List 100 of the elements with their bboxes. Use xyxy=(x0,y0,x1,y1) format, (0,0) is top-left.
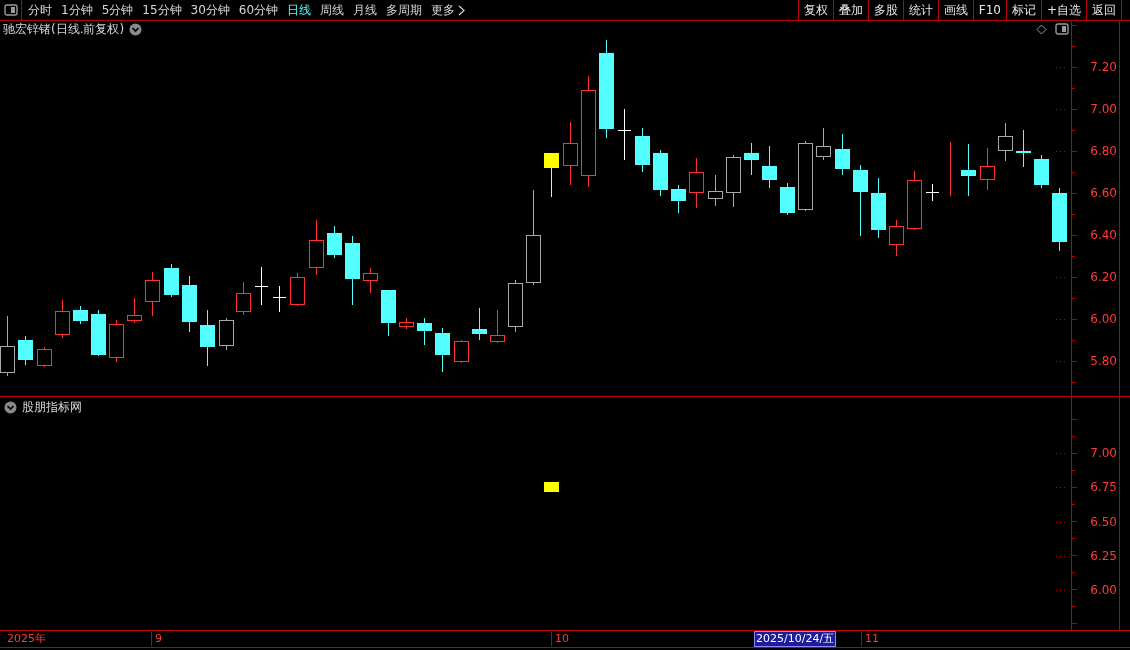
candle xyxy=(164,263,179,298)
panel-toggle-icon[interactable] xyxy=(1055,23,1069,35)
period-tab[interactable]: 更多 xyxy=(431,1,466,19)
candle xyxy=(798,140,813,212)
axis-label: 6.40 xyxy=(1090,228,1117,242)
chevron-down-icon[interactable] xyxy=(4,400,17,414)
chevron-right-icon xyxy=(458,4,466,16)
axis-label: 6.50 xyxy=(1090,515,1117,529)
date-label: 9 xyxy=(151,632,162,646)
candle xyxy=(182,275,197,333)
candle xyxy=(145,271,160,317)
candle xyxy=(1016,129,1031,168)
period-tab[interactable]: 15分钟 xyxy=(142,1,182,19)
candle xyxy=(200,309,215,367)
panel-toggle-icon[interactable] xyxy=(3,4,18,16)
candle xyxy=(236,281,251,316)
candle xyxy=(635,127,650,173)
candle xyxy=(345,235,360,306)
candle xyxy=(544,152,559,198)
axis-label: 6.20 xyxy=(1090,270,1117,284)
candle xyxy=(671,184,686,214)
period-tab[interactable]: 30分钟 xyxy=(190,1,230,19)
candle xyxy=(1034,154,1049,189)
period-tab[interactable]: 月线 xyxy=(353,1,378,19)
date-label: 10 xyxy=(551,632,569,646)
axis-label: 6.60 xyxy=(1090,186,1117,200)
candle xyxy=(889,219,904,257)
toolbar-button[interactable]: 复权 xyxy=(797,0,833,20)
axis-label: 7.00 xyxy=(1090,102,1117,116)
candle xyxy=(508,279,523,333)
candle xyxy=(435,327,450,373)
candle xyxy=(363,267,378,294)
candle xyxy=(399,317,414,330)
period-tab[interactable]: 周线 xyxy=(320,1,345,19)
toolbar-button[interactable]: F10 xyxy=(972,0,1006,20)
toolbar-button[interactable]: 画线 xyxy=(937,0,973,20)
candle xyxy=(290,272,305,307)
candle xyxy=(472,307,487,341)
candle xyxy=(961,143,976,197)
candle xyxy=(708,174,723,207)
candle xyxy=(617,108,632,161)
candle xyxy=(55,299,70,339)
candle xyxy=(762,145,777,189)
candle xyxy=(381,289,396,337)
candle xyxy=(127,297,142,324)
axis-label: 6.00 xyxy=(1090,312,1117,326)
candle xyxy=(835,133,850,176)
period-tab[interactable]: 60分钟 xyxy=(238,1,279,19)
chart-title: 驰宏锌锗(日线.前复权) xyxy=(3,20,125,38)
candle xyxy=(327,225,342,259)
candle xyxy=(689,157,704,209)
period-tab[interactable]: 日线 xyxy=(287,1,312,19)
period-tab[interactable]: 分时 xyxy=(28,1,52,19)
candle xyxy=(91,309,106,357)
candle xyxy=(726,154,741,208)
candle xyxy=(980,147,995,191)
candle xyxy=(653,149,668,197)
candle xyxy=(219,317,234,351)
axis-label: 6.75 xyxy=(1090,480,1117,494)
period-tab[interactable]: 5分钟 xyxy=(101,1,134,19)
axis-label: 5.80 xyxy=(1090,354,1117,368)
axis-label: 6.25 xyxy=(1090,549,1117,563)
candle xyxy=(0,315,15,377)
candle xyxy=(1052,187,1067,252)
axis-label: 6.80 xyxy=(1090,144,1117,158)
candle xyxy=(563,121,578,186)
axis-label: 6.00 xyxy=(1090,583,1117,597)
candle xyxy=(254,266,269,306)
chart-title: 股朋指标网 xyxy=(22,398,82,416)
axis-label: 7.00 xyxy=(1090,446,1117,460)
candle xyxy=(417,317,432,346)
toolbar-button[interactable]: 统计 xyxy=(902,0,938,20)
candle xyxy=(871,177,886,239)
candle xyxy=(109,319,124,363)
candle xyxy=(37,346,52,368)
toolbar-button[interactable]: +自选 xyxy=(1040,0,1086,20)
candle xyxy=(998,122,1013,162)
candle xyxy=(18,335,33,366)
candle xyxy=(744,142,759,176)
axis-label: 7.20 xyxy=(1090,60,1117,74)
candle xyxy=(907,170,922,231)
toolbar-button[interactable]: 多股 xyxy=(867,0,903,20)
period-tab[interactable]: 多周期 xyxy=(386,1,423,19)
indicator-mark xyxy=(544,482,559,492)
candle xyxy=(272,285,287,313)
candle xyxy=(816,127,831,161)
date-label: 11 xyxy=(861,632,879,646)
toolbar-button[interactable]: 返回 xyxy=(1086,0,1122,20)
cursor-date: 2025/10/24/五 xyxy=(754,631,837,647)
candle xyxy=(490,309,505,344)
toolbar-button[interactable]: 标记 xyxy=(1005,0,1041,20)
candle xyxy=(925,183,940,202)
candle xyxy=(309,219,324,276)
period-tab[interactable]: 1分钟 xyxy=(61,1,93,19)
candle xyxy=(780,182,795,216)
candle xyxy=(73,305,88,325)
date-label: 2025年 xyxy=(6,632,46,646)
candle xyxy=(454,339,469,364)
chevron-down-icon[interactable] xyxy=(129,22,143,36)
toolbar-button[interactable]: 叠加 xyxy=(832,0,868,20)
